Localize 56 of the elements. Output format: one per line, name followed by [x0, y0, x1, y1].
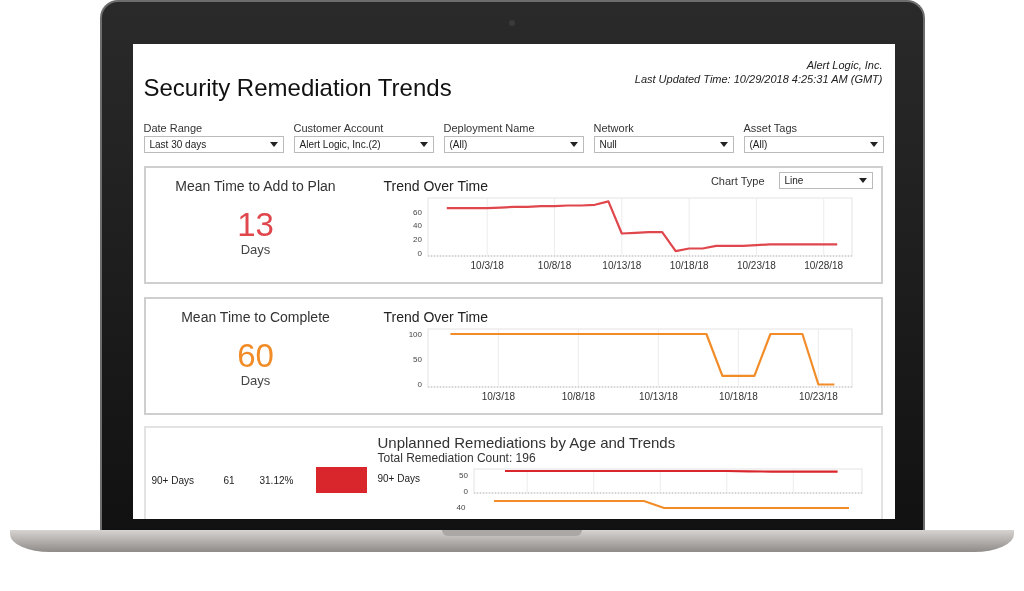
y-tick-label: 20 — [412, 234, 422, 244]
metric-title: Mean Time to Complete — [181, 309, 330, 325]
filter-label: Customer Account — [293, 122, 385, 134]
x-tick-label: 10/18/18 — [669, 260, 709, 271]
y-tick-label: 40 — [412, 221, 422, 231]
age-label: 90+ Days — [151, 474, 196, 486]
age-percent: 31.12% — [259, 474, 295, 486]
dropdown-caret-icon — [858, 178, 867, 183]
filter-dropdown[interactable]: (All) — [743, 136, 884, 153]
chart-type-dropdown[interactable]: Line — [778, 172, 873, 189]
metric-unit: Days — [240, 242, 271, 257]
y-tick-label: 60 — [412, 207, 422, 217]
y-tick-label: 100 — [408, 330, 422, 340]
dropdown-caret-icon — [269, 142, 278, 147]
y-tick-label: 0 — [463, 487, 468, 497]
metric-title: Mean Time to Add to Plan — [175, 178, 336, 194]
age-count: 61 — [223, 474, 236, 486]
x-tick-label: 10/28/18 — [803, 260, 843, 271]
metric-unit: Days — [240, 373, 271, 388]
x-tick-label: 10/3/18 — [470, 260, 504, 271]
chart-title: Trend Over Time — [383, 309, 488, 325]
x-tick-label: 10/8/18 — [561, 391, 595, 402]
filter-label: Network — [593, 122, 635, 134]
last-updated-text: Last Updated Time: 10/29/2018 4:25:31 AM (GMT) — [634, 72, 883, 86]
x-tick-label: 10/13/18 — [638, 391, 678, 402]
filter-dropdown[interactable]: (All) — [443, 136, 584, 153]
page-title: Security Remediation Trends — [143, 74, 452, 102]
dropdown-caret-icon — [569, 142, 578, 147]
chart-title: Trend Over Time — [383, 178, 488, 194]
y-tick-label: 50 — [412, 355, 422, 365]
filter-dropdown[interactable]: Last 30 days — [143, 136, 284, 153]
chart-type-label: Chart Type — [710, 174, 765, 187]
y-tick-label: 40 — [455, 502, 466, 512]
metric-value: 13 — [237, 208, 274, 242]
dropdown-caret-icon — [419, 142, 428, 147]
y-tick-label: 0 — [417, 248, 422, 258]
total-count-text: Total Remediation Count: 196 — [377, 451, 537, 465]
filter-label: Deployment Name — [443, 122, 536, 134]
filter-label: Date Range — [143, 122, 204, 134]
filter-label: Asset Tags — [743, 122, 799, 134]
trend-label: 90+ Days — [377, 473, 421, 484]
filter-dropdown[interactable]: Alert Logic, Inc.(2) — [293, 136, 434, 153]
y-tick-label: 50 — [458, 470, 468, 480]
company-name: Alert Logic, Inc. — [805, 58, 883, 72]
dropdown-caret-icon — [719, 142, 728, 147]
x-tick-label: 10/23/18 — [798, 391, 838, 402]
x-tick-label: 10/18/18 — [718, 391, 758, 402]
dropdown-caret-icon — [869, 142, 878, 147]
filter-dropdown[interactable]: Null — [593, 136, 734, 153]
x-tick-label: 10/8/18 — [537, 260, 571, 271]
section-title: Unplanned Remediations by Age and Trends — [377, 434, 677, 451]
metric-value: 60 — [237, 339, 274, 373]
x-tick-label: 10/23/18 — [736, 260, 776, 271]
x-tick-label: 10/3/18 — [481, 391, 515, 402]
x-tick-label: 10/13/18 — [601, 260, 641, 271]
y-tick-label: 0 — [417, 380, 422, 390]
